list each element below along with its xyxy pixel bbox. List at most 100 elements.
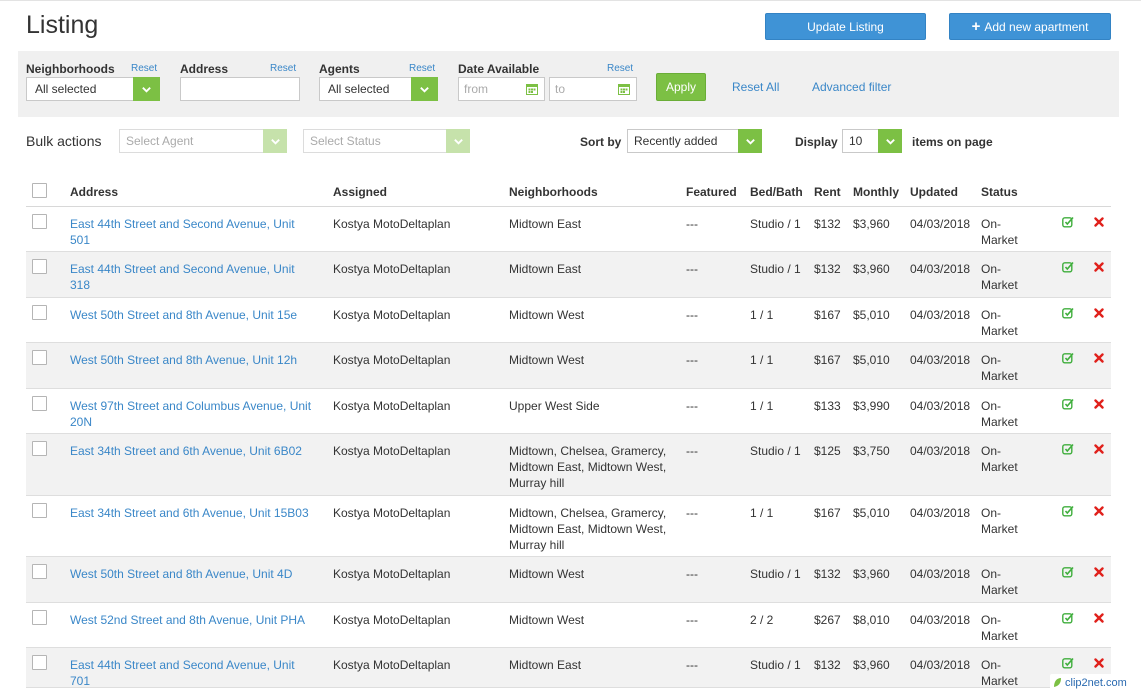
select-all-checkbox[interactable]: [32, 183, 47, 198]
sort-select[interactable]: Recently added: [627, 129, 762, 153]
row-checkbox[interactable]: [32, 503, 47, 518]
date-to-placeholder: to: [555, 82, 566, 96]
column-neighborhoods[interactable]: Neighborhoods: [509, 185, 598, 199]
address-link[interactable]: West 97th Street and Columbus Avenue, Un…: [70, 398, 315, 430]
delete-icon[interactable]: [1094, 399, 1104, 409]
address-reset-link[interactable]: Reset: [270, 63, 296, 74]
delete-icon[interactable]: [1094, 506, 1104, 516]
featured-cell: ---: [686, 567, 698, 581]
delete-icon[interactable]: [1094, 262, 1104, 272]
featured-cell: ---: [686, 613, 698, 627]
column-rent[interactable]: Rent: [814, 185, 841, 199]
apply-button[interactable]: Apply: [656, 73, 706, 101]
delete-icon[interactable]: [1094, 613, 1104, 623]
rent-cell: $132: [814, 217, 841, 231]
neighborhoods-reset-link[interactable]: Reset: [131, 63, 157, 74]
status-cell: On-Market: [981, 308, 1018, 338]
page-size-select[interactable]: 10: [842, 129, 902, 153]
plus-icon: +: [971, 18, 981, 35]
delete-icon[interactable]: [1094, 567, 1104, 577]
column-bedbath[interactable]: Bed/Bath: [750, 185, 803, 199]
row-checkbox[interactable]: [32, 441, 47, 456]
column-updated[interactable]: Updated: [910, 185, 958, 199]
table-row: West 50th Street and 8th Avenue, Unit 15…: [26, 298, 1111, 343]
updated-cell: 04/03/2018: [910, 217, 971, 231]
date-reset-link[interactable]: Reset: [607, 63, 633, 74]
row-checkbox[interactable]: [32, 259, 47, 274]
table-row: West 50th Street and 8th Avenue, Unit 4D…: [26, 557, 1111, 603]
agents-label: Agents: [319, 62, 360, 76]
address-link[interactable]: East 44th Street and Second Avenue, Unit…: [70, 216, 315, 248]
row-checkbox[interactable]: [32, 610, 47, 625]
row-checkbox[interactable]: [32, 564, 47, 579]
delete-icon[interactable]: [1094, 353, 1104, 363]
row-checkbox[interactable]: [32, 214, 47, 229]
neighborhoods-cell: Midtown West: [509, 308, 585, 322]
delete-icon[interactable]: [1094, 658, 1104, 668]
advanced-filter-link[interactable]: Advanced filter: [812, 80, 891, 94]
bulk-agent-select[interactable]: Select Agent: [119, 129, 287, 153]
edit-icon[interactable]: [1062, 443, 1074, 455]
reset-all-link[interactable]: Reset All: [732, 80, 779, 94]
column-status[interactable]: Status: [981, 185, 1018, 199]
row-checkbox[interactable]: [32, 350, 47, 365]
address-link[interactable]: East 44th Street and Second Avenue, Unit…: [70, 261, 315, 293]
edit-icon[interactable]: [1062, 398, 1074, 410]
calendar-icon[interactable]: [526, 83, 538, 95]
edit-icon[interactable]: [1062, 216, 1074, 228]
featured-cell: ---: [686, 353, 698, 367]
column-featured[interactable]: Featured: [686, 185, 737, 199]
neighborhoods-cell: Midtown West: [509, 613, 585, 627]
delete-icon[interactable]: [1094, 308, 1104, 318]
bedbath-cell: Studio / 1: [750, 262, 801, 276]
status-cell: On-Market: [981, 506, 1018, 536]
table-row: East 44th Street and Second Avenue, Unit…: [26, 207, 1111, 252]
bedbath-cell: Studio / 1: [750, 444, 801, 458]
address-link[interactable]: East 34th Street and 6th Avenue, Unit 15…: [70, 505, 315, 521]
address-link[interactable]: West 52nd Street and 8th Avenue, Unit PH…: [70, 612, 315, 628]
monthly-cell: $5,010: [853, 506, 890, 520]
edit-icon[interactable]: [1062, 307, 1074, 319]
table-row: East 34th Street and 6th Avenue, Unit 15…: [26, 496, 1111, 557]
listing-table: Address Assigned Neighborhoods Featured …: [26, 176, 1111, 688]
date-to-input[interactable]: to: [549, 77, 637, 101]
address-link[interactable]: West 50th Street and 8th Avenue, Unit 12…: [70, 352, 315, 368]
neighborhoods-select[interactable]: All selected: [26, 77, 160, 101]
row-checkbox[interactable]: [32, 396, 47, 411]
edit-icon[interactable]: [1062, 612, 1074, 624]
delete-icon[interactable]: [1094, 217, 1104, 227]
row-checkbox[interactable]: [32, 305, 47, 320]
edit-icon[interactable]: [1062, 261, 1074, 273]
column-monthly[interactable]: Monthly: [853, 185, 899, 199]
calendar-icon[interactable]: [618, 83, 630, 95]
address-link[interactable]: East 44th Street and Second Avenue, Unit…: [70, 657, 315, 689]
address-link[interactable]: West 50th Street and 8th Avenue, Unit 15…: [70, 307, 315, 323]
address-input[interactable]: [180, 77, 300, 101]
date-from-input[interactable]: from: [458, 77, 545, 101]
featured-cell: ---: [686, 399, 698, 413]
edit-icon[interactable]: [1062, 505, 1074, 517]
agents-reset-link[interactable]: Reset: [409, 63, 435, 74]
assigned-cell: Kostya MotoDeltaplan: [333, 217, 451, 231]
status-cell: On-Market: [981, 613, 1018, 643]
edit-icon[interactable]: [1062, 566, 1074, 578]
bulk-status-select[interactable]: Select Status: [303, 129, 470, 153]
edit-icon[interactable]: [1062, 352, 1074, 364]
bedbath-cell: 1 / 1: [750, 308, 774, 322]
column-assigned[interactable]: Assigned: [333, 185, 387, 199]
delete-icon[interactable]: [1094, 444, 1104, 454]
column-address[interactable]: Address: [70, 185, 118, 199]
table-row: West 50th Street and 8th Avenue, Unit 12…: [26, 343, 1111, 389]
address-link[interactable]: West 50th Street and 8th Avenue, Unit 4D: [70, 566, 315, 582]
edit-icon[interactable]: [1062, 657, 1074, 669]
update-listing-button[interactable]: Update Listing: [765, 13, 926, 40]
agents-select[interactable]: All selected: [319, 77, 438, 101]
add-apartment-button[interactable]: + Add new apartment: [949, 13, 1111, 40]
table-header: Address Assigned Neighborhoods Featured …: [26, 176, 1111, 207]
bedbath-cell: Studio / 1: [750, 658, 801, 672]
neighborhoods-cell: Midtown East: [509, 262, 582, 276]
row-checkbox[interactable]: [32, 655, 47, 670]
address-link[interactable]: East 34th Street and 6th Avenue, Unit 6B…: [70, 443, 315, 459]
table-row: East 44th Street and Second Avenue, Unit…: [26, 648, 1111, 688]
rent-cell: $167: [814, 353, 841, 367]
